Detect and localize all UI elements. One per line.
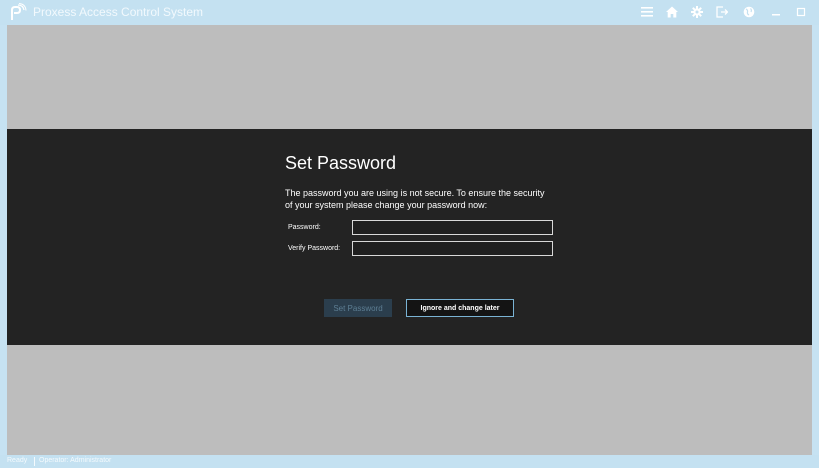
verify-password-input[interactable] <box>352 241 553 256</box>
app-title: Proxess Access Control System <box>33 5 204 19</box>
status-divider <box>34 457 35 466</box>
gear-icon[interactable] <box>689 4 705 20</box>
set-password-button[interactable]: Set Password <box>324 299 392 317</box>
dialog-message-line: The password you are using is not secure… <box>285 188 545 198</box>
ignore-and-change-later-button[interactable]: Ignore and change later <box>406 299 514 317</box>
password-input[interactable] <box>352 220 553 235</box>
verify-password-label: Verify Password: <box>288 245 341 252</box>
home-icon[interactable] <box>664 4 680 20</box>
status-state: Ready <box>7 457 28 464</box>
dialog-message: The password you are using is not secure… <box>285 187 585 211</box>
password-label: Password: <box>288 224 321 231</box>
title-bar-controls <box>639 4 809 20</box>
maximize-icon[interactable] <box>793 4 809 20</box>
globe-icon[interactable] <box>741 4 757 20</box>
minimize-icon[interactable] <box>768 4 784 20</box>
title-bar: Proxess Access Control System <box>0 0 819 25</box>
menu-icon[interactable] <box>639 4 655 20</box>
dialog-message-line: of your system please change your passwo… <box>285 200 488 210</box>
proxess-logo-icon <box>9 3 27 21</box>
status-operator: Operator: Administrator <box>39 457 112 464</box>
status-bar: Ready Operator: Administrator <box>0 455 819 468</box>
dialog-title: Set Password <box>285 153 397 173</box>
logout-icon[interactable] <box>714 4 730 20</box>
set-password-dialog: Set Password The password you are using … <box>7 129 812 345</box>
window-frame-left <box>0 0 7 468</box>
window-frame-right <box>812 0 819 468</box>
